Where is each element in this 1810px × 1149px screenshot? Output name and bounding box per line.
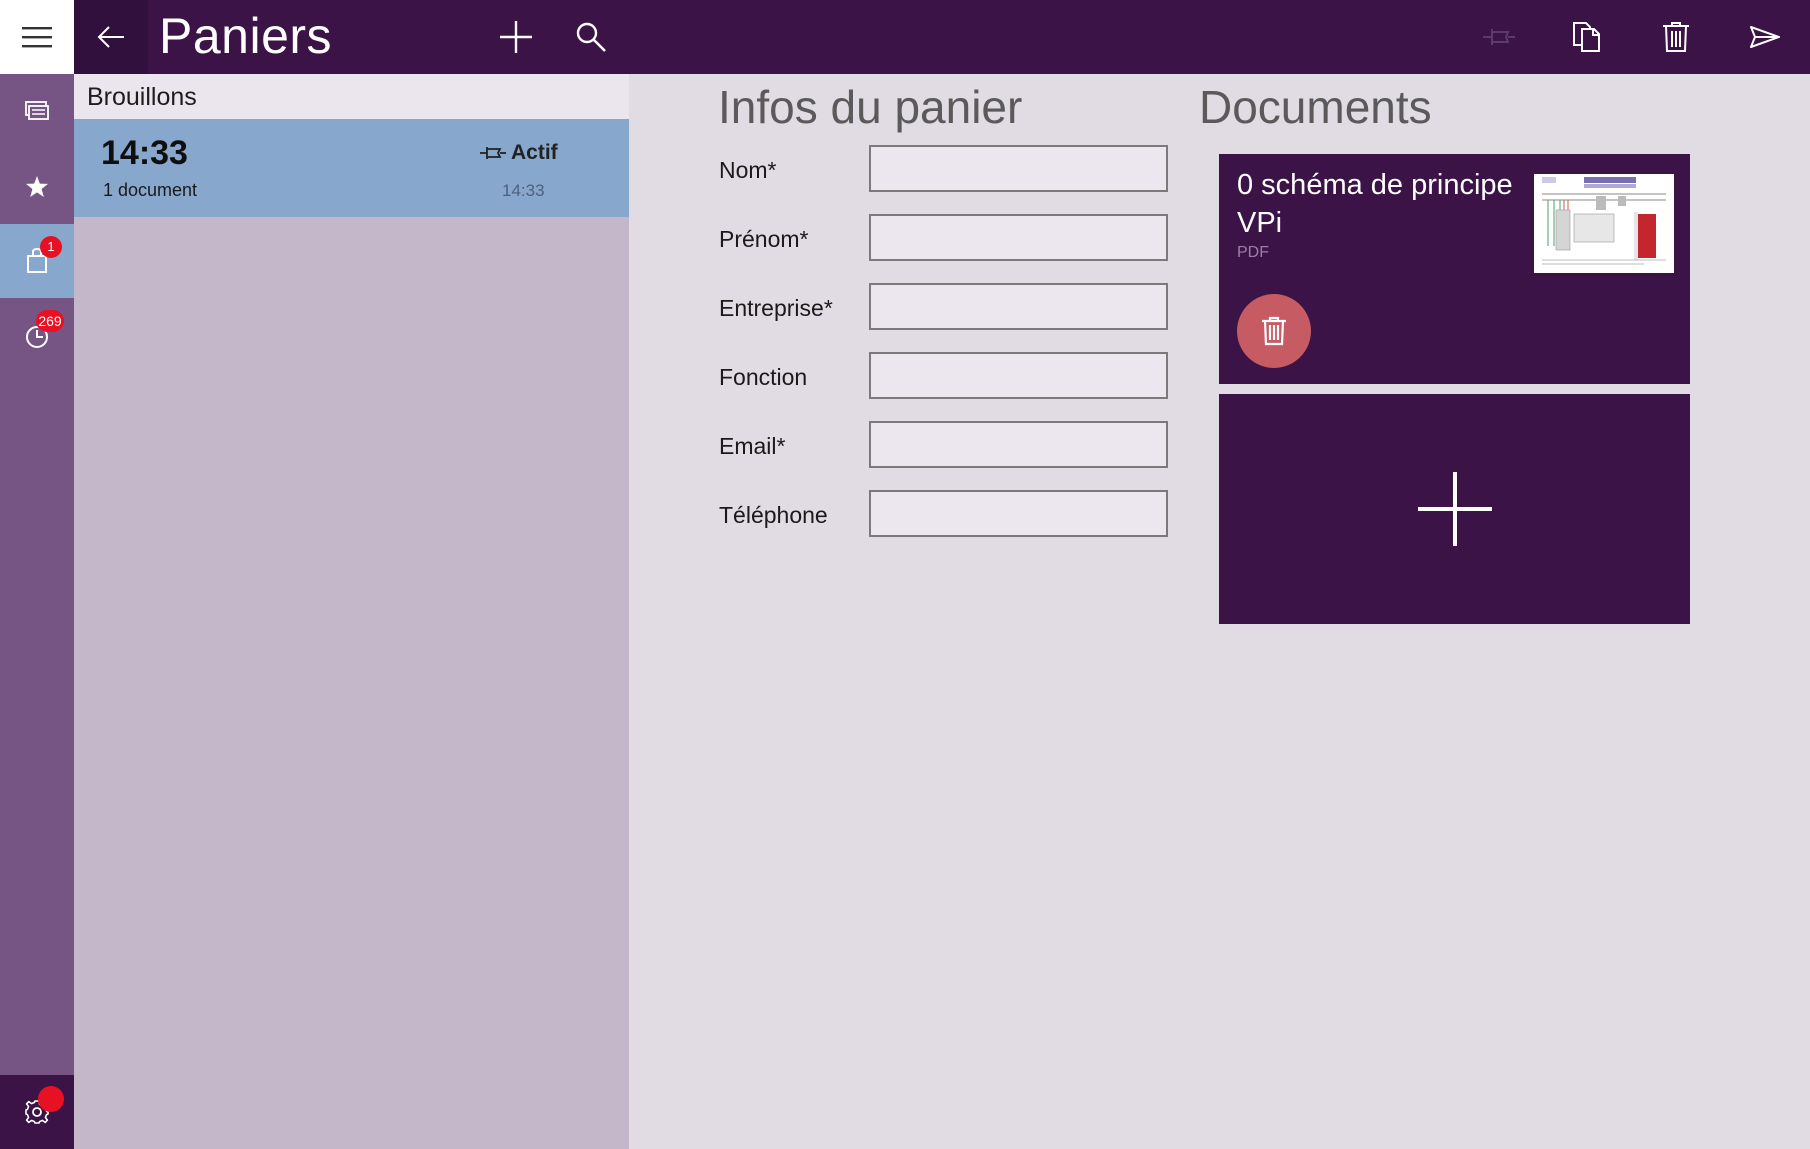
list-header-label: Brouillons	[87, 83, 197, 111]
prenom-label: Prénom*	[719, 226, 809, 252]
draft-status-label: Actif	[511, 141, 558, 164]
send-icon	[1750, 26, 1780, 48]
trash-icon	[1262, 316, 1286, 346]
document-card[interactable]: 0 schéma de principe VPi PDF	[1219, 154, 1690, 384]
entreprise-label: Entreprise*	[719, 295, 833, 321]
presentation-icon	[25, 101, 49, 120]
fonction-label: Fonction	[719, 364, 808, 390]
document-thumbnail	[1534, 174, 1674, 273]
drafts-list-pane	[74, 74, 629, 1149]
search-button[interactable]	[556, 0, 626, 74]
telephone-label: Téléphone	[719, 502, 828, 528]
hamburger-icon	[22, 27, 52, 48]
list-header: Brouillons	[74, 74, 629, 119]
copy-button[interactable]	[1552, 0, 1622, 74]
document-name: 0 schéma de principe VPi	[1237, 169, 1513, 239]
email-label: Email*	[719, 433, 786, 459]
trash-icon	[1663, 22, 1689, 52]
back-button[interactable]	[74, 0, 148, 74]
list-item[interactable]: 14:33 1 document Actif 14:33	[74, 119, 629, 217]
pin-icon	[480, 147, 506, 159]
search-icon	[576, 22, 606, 52]
plus-icon	[500, 21, 532, 53]
document-type: PDF	[1237, 244, 1269, 261]
basket-count-badge: 1	[40, 236, 62, 258]
hamburger-menu-button[interactable]	[0, 0, 74, 74]
rail-item-favorites[interactable]	[0, 150, 74, 224]
delete-button[interactable]	[1641, 0, 1711, 74]
draft-document-count: 1 document	[103, 180, 198, 200]
documents-title: Documents	[1199, 81, 1432, 133]
schematic-thumbnail-image	[1534, 174, 1674, 273]
pin-icon	[1483, 29, 1515, 45]
add-document-button[interactable]	[1219, 394, 1690, 624]
page-title: Paniers	[159, 8, 333, 64]
fonction-field[interactable]	[869, 352, 1168, 399]
pin-button[interactable]	[1464, 0, 1534, 74]
draft-timestamp: 14:33	[502, 181, 545, 200]
rail-item-presentations[interactable]	[0, 74, 74, 148]
back-arrow-icon	[97, 26, 124, 48]
telephone-field[interactable]	[869, 490, 1168, 537]
settings-notification-dot	[38, 1086, 64, 1112]
draft-status: Actif	[479, 141, 558, 165]
plus-icon	[1417, 472, 1492, 546]
rail-item-history[interactable]: 269	[0, 300, 74, 374]
add-basket-button[interactable]	[481, 0, 551, 74]
rail-item-baskets[interactable]: 1	[0, 224, 74, 298]
send-button[interactable]	[1730, 0, 1800, 74]
entreprise-field[interactable]	[869, 283, 1168, 330]
star-icon	[26, 176, 48, 197]
prenom-field[interactable]	[869, 214, 1168, 261]
remove-document-button[interactable]	[1237, 294, 1311, 368]
nom-field[interactable]	[869, 145, 1168, 192]
history-count-badge: 269	[36, 310, 64, 332]
draft-time: 14:33	[101, 134, 188, 172]
email-field[interactable]	[869, 421, 1168, 468]
basket-info-title: Infos du panier	[718, 81, 1023, 133]
copy-icon	[1573, 22, 1600, 52]
nom-label: Nom*	[719, 157, 777, 183]
settings-button[interactable]	[0, 1075, 74, 1149]
